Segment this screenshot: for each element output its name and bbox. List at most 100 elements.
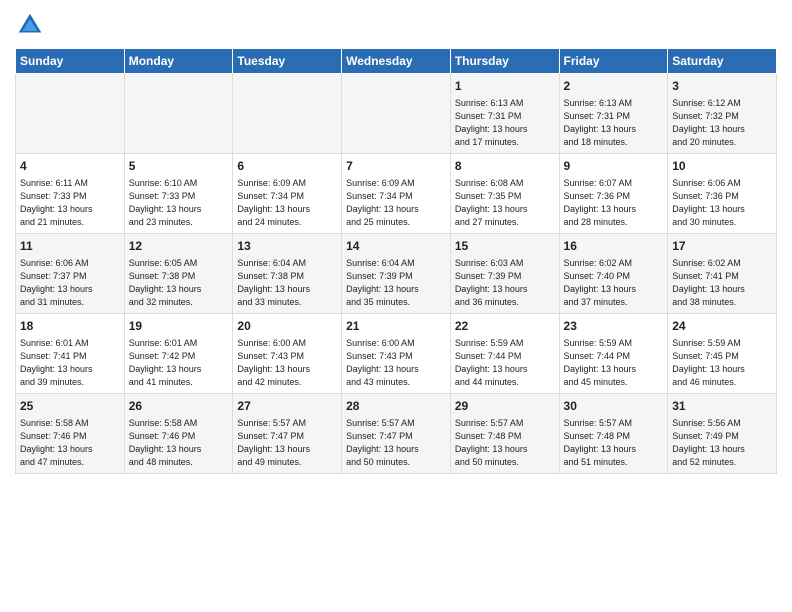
calendar-cell: 31 Sunrise: 5:56 AM Sunset: 7:49 PM Dayli…	[668, 393, 777, 473]
day-number: 15	[455, 238, 555, 255]
day-number: 9	[564, 158, 664, 175]
logo-icon	[15, 10, 45, 40]
day-header-saturday: Saturday	[668, 49, 777, 74]
day-number: 31	[672, 398, 772, 415]
cell-info: Sunrise: 6:03 AM Sunset: 7:39 PM Dayligh…	[455, 257, 555, 309]
calendar-cell: 27 Sunrise: 5:57 AM Sunset: 7:47 PM Dayli…	[233, 393, 342, 473]
day-number: 24	[672, 318, 772, 335]
day-number: 3	[672, 78, 772, 95]
header-row: SundayMondayTuesdayWednesdayThursdayFrid…	[16, 49, 777, 74]
week-row-1: 1 Sunrise: 6:13 AM Sunset: 7:31 PM Daylig…	[16, 74, 777, 154]
day-number: 19	[129, 318, 229, 335]
day-number: 29	[455, 398, 555, 415]
calendar-cell: 9 Sunrise: 6:07 AM Sunset: 7:36 PM Daylig…	[559, 153, 668, 233]
day-number: 22	[455, 318, 555, 335]
week-row-5: 25 Sunrise: 5:58 AM Sunset: 7:46 PM Dayli…	[16, 393, 777, 473]
cell-info: Sunrise: 6:08 AM Sunset: 7:35 PM Dayligh…	[455, 177, 555, 229]
day-number: 4	[20, 158, 120, 175]
cell-info: Sunrise: 6:00 AM Sunset: 7:43 PM Dayligh…	[237, 337, 337, 389]
day-header-tuesday: Tuesday	[233, 49, 342, 74]
day-number: 23	[564, 318, 664, 335]
calendar-cell: 24 Sunrise: 5:59 AM Sunset: 7:45 PM Dayli…	[668, 313, 777, 393]
day-header-wednesday: Wednesday	[342, 49, 451, 74]
week-row-4: 18Sunrise: 6:01 AM Sunset: 7:41 PM Dayli…	[16, 313, 777, 393]
calendar-cell: 13 Sunrise: 6:04 AM Sunset: 7:38 PM Dayli…	[233, 233, 342, 313]
calendar-table: SundayMondayTuesdayWednesdayThursdayFrid…	[15, 48, 777, 474]
day-number: 21	[346, 318, 446, 335]
day-number: 11	[20, 238, 120, 255]
calendar-cell: 29 Sunrise: 5:57 AM Sunset: 7:48 PM Dayli…	[450, 393, 559, 473]
calendar-cell: 16Sunrise: 6:02 AM Sunset: 7:40 PM Dayli…	[559, 233, 668, 313]
calendar-cell: 23 Sunrise: 5:59 AM Sunset: 7:44 PM Dayli…	[559, 313, 668, 393]
cell-info: Sunrise: 6:07 AM Sunset: 7:36 PM Dayligh…	[564, 177, 664, 229]
calendar-cell: 19Sunrise: 6:01 AM Sunset: 7:42 PM Dayli…	[124, 313, 233, 393]
cell-info: Sunrise: 5:58 AM Sunset: 7:46 PM Dayligh…	[20, 417, 120, 469]
calendar-cell: 21Sunrise: 6:00 AM Sunset: 7:43 PM Dayli…	[342, 313, 451, 393]
calendar-cell: 4 Sunrise: 6:11 AM Sunset: 7:33 PM Daylig…	[16, 153, 125, 233]
cell-info: Sunrise: 6:12 AM Sunset: 7:32 PM Dayligh…	[672, 97, 772, 149]
calendar-cell: 20 Sunrise: 6:00 AM Sunset: 7:43 PM Dayli…	[233, 313, 342, 393]
day-number: 6	[237, 158, 337, 175]
day-number: 1	[455, 78, 555, 95]
cell-info: Sunrise: 6:04 AM Sunset: 7:38 PM Dayligh…	[237, 257, 337, 309]
day-number: 10	[672, 158, 772, 175]
logo	[15, 10, 49, 40]
calendar-cell	[124, 74, 233, 154]
day-number: 17	[672, 238, 772, 255]
cell-info: Sunrise: 6:04 AM Sunset: 7:39 PM Dayligh…	[346, 257, 446, 309]
day-header-sunday: Sunday	[16, 49, 125, 74]
calendar-cell	[342, 74, 451, 154]
day-number: 25	[20, 398, 120, 415]
day-number: 26	[129, 398, 229, 415]
calendar-cell: 30Sunrise: 5:57 AM Sunset: 7:48 PM Dayli…	[559, 393, 668, 473]
cell-info: Sunrise: 6:13 AM Sunset: 7:31 PM Dayligh…	[455, 97, 555, 149]
week-row-3: 11 Sunrise: 6:06 AM Sunset: 7:37 PM Dayli…	[16, 233, 777, 313]
calendar-cell: 2 Sunrise: 6:13 AM Sunset: 7:31 PM Daylig…	[559, 74, 668, 154]
cell-info: Sunrise: 5:58 AM Sunset: 7:46 PM Dayligh…	[129, 417, 229, 469]
header	[15, 10, 777, 40]
calendar-cell: 17Sunrise: 6:02 AM Sunset: 7:41 PM Dayli…	[668, 233, 777, 313]
day-number: 14	[346, 238, 446, 255]
cell-info: Sunrise: 5:56 AM Sunset: 7:49 PM Dayligh…	[672, 417, 772, 469]
day-number: 27	[237, 398, 337, 415]
day-header-friday: Friday	[559, 49, 668, 74]
day-number: 2	[564, 78, 664, 95]
cell-info: Sunrise: 6:13 AM Sunset: 7:31 PM Dayligh…	[564, 97, 664, 149]
cell-info: Sunrise: 5:57 AM Sunset: 7:47 PM Dayligh…	[237, 417, 337, 469]
cell-info: Sunrise: 5:59 AM Sunset: 7:44 PM Dayligh…	[564, 337, 664, 389]
cell-info: Sunrise: 6:11 AM Sunset: 7:33 PM Dayligh…	[20, 177, 120, 229]
cell-info: Sunrise: 6:09 AM Sunset: 7:34 PM Dayligh…	[237, 177, 337, 229]
day-number: 16	[564, 238, 664, 255]
page: SundayMondayTuesdayWednesdayThursdayFrid…	[0, 0, 792, 612]
day-number: 7	[346, 158, 446, 175]
week-row-2: 4 Sunrise: 6:11 AM Sunset: 7:33 PM Daylig…	[16, 153, 777, 233]
calendar-cell: 25 Sunrise: 5:58 AM Sunset: 7:46 PM Dayli…	[16, 393, 125, 473]
calendar-cell	[16, 74, 125, 154]
calendar-cell: 15 Sunrise: 6:03 AM Sunset: 7:39 PM Dayli…	[450, 233, 559, 313]
day-header-monday: Monday	[124, 49, 233, 74]
calendar-cell: 5Sunrise: 6:10 AM Sunset: 7:33 PM Daylig…	[124, 153, 233, 233]
calendar-cell: 6 Sunrise: 6:09 AM Sunset: 7:34 PM Daylig…	[233, 153, 342, 233]
cell-info: Sunrise: 6:06 AM Sunset: 7:36 PM Dayligh…	[672, 177, 772, 229]
calendar-cell: 14 Sunrise: 6:04 AM Sunset: 7:39 PM Dayli…	[342, 233, 451, 313]
day-header-thursday: Thursday	[450, 49, 559, 74]
calendar-cell: 8Sunrise: 6:08 AM Sunset: 7:35 PM Daylig…	[450, 153, 559, 233]
calendar-cell: 7 Sunrise: 6:09 AM Sunset: 7:34 PM Daylig…	[342, 153, 451, 233]
day-number: 20	[237, 318, 337, 335]
cell-info: Sunrise: 5:57 AM Sunset: 7:48 PM Dayligh…	[564, 417, 664, 469]
calendar-cell	[233, 74, 342, 154]
cell-info: Sunrise: 6:06 AM Sunset: 7:37 PM Dayligh…	[20, 257, 120, 309]
cell-info: Sunrise: 6:05 AM Sunset: 7:38 PM Dayligh…	[129, 257, 229, 309]
cell-info: Sunrise: 6:09 AM Sunset: 7:34 PM Dayligh…	[346, 177, 446, 229]
day-number: 13	[237, 238, 337, 255]
cell-info: Sunrise: 5:57 AM Sunset: 7:48 PM Dayligh…	[455, 417, 555, 469]
calendar-cell: 18Sunrise: 6:01 AM Sunset: 7:41 PM Dayli…	[16, 313, 125, 393]
day-number: 18	[20, 318, 120, 335]
calendar-cell: 11 Sunrise: 6:06 AM Sunset: 7:37 PM Dayli…	[16, 233, 125, 313]
cell-info: Sunrise: 6:10 AM Sunset: 7:33 PM Dayligh…	[129, 177, 229, 229]
cell-info: Sunrise: 5:59 AM Sunset: 7:44 PM Dayligh…	[455, 337, 555, 389]
calendar-cell: 10 Sunrise: 6:06 AM Sunset: 7:36 PM Dayli…	[668, 153, 777, 233]
calendar-cell: 28Sunrise: 5:57 AM Sunset: 7:47 PM Dayli…	[342, 393, 451, 473]
cell-info: Sunrise: 5:59 AM Sunset: 7:45 PM Dayligh…	[672, 337, 772, 389]
day-number: 28	[346, 398, 446, 415]
